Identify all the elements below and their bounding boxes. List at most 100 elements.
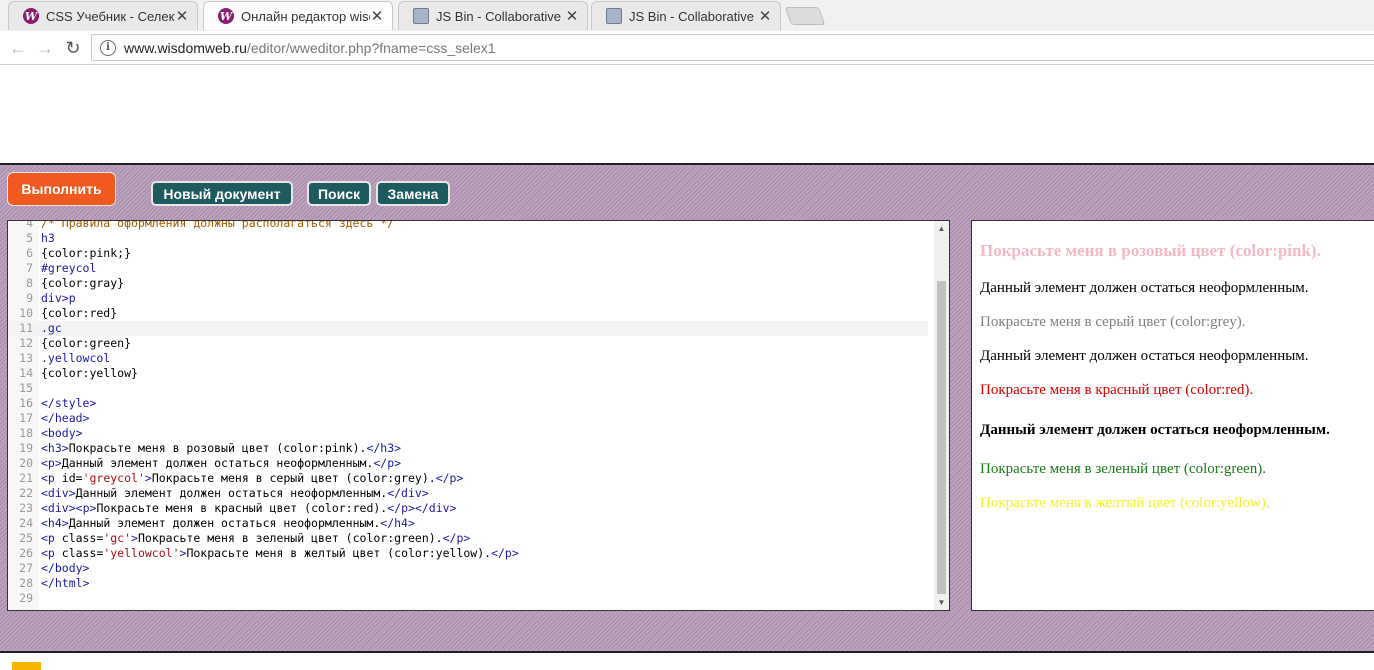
code-text[interactable]: /* Правила оформления должны располагать… [41,221,394,231]
line-number: 13 [19,351,33,365]
code-text[interactable]: </body> [41,561,89,576]
tab-label: Онлайн редактор wisdo [241,8,370,24]
reload-icon[interactable]: ↻ [62,37,84,59]
code-line[interactable]: 25 <p class='gc'>Покрасьте меня в зеленый… [8,531,928,546]
tab-online-editor[interactable]: W Онлайн редактор wisdo ✕ [203,1,393,30]
code-line[interactable]: 13 .yellowcol [8,351,928,366]
preview-h3-pink: Покрасьте меня в розовый цвет (color:pin… [980,241,1321,260]
scroll-up-arrow-icon[interactable]: ▲ [934,221,949,236]
line-number: 5 [26,231,33,245]
tab-label: JS Bin - Collaborative Jav [436,8,565,24]
code-text[interactable]: <h3>Покрасьте меня в розовый цвет (color… [41,441,401,456]
code-line[interactable]: 7 #greycol [8,261,928,276]
code-text[interactable]: <h4>Данный элемент должен остаться неофо… [41,516,415,531]
code-line[interactable]: 18 <body> [8,426,928,441]
code-line[interactable]: 6 {color:pink;} [8,246,928,261]
new-document-button[interactable]: Новый документ [151,181,293,206]
code-line[interactable]: 26 <p class='yellowcol'>Покрасьте меня в … [8,546,928,561]
run-button[interactable]: Выполнить [7,172,116,206]
line-number: 7 [26,261,33,275]
code-text[interactable]: <p id='greycol'>Покрасьте меня в серый ц… [41,471,463,486]
code-lines[interactable]: 4 /* Правила оформления должны располагат… [8,220,928,606]
code-line[interactable]: 29 [8,591,928,606]
code-text[interactable]: {color:yellow} [41,366,138,381]
code-text[interactable]: #greycol [41,261,96,276]
close-icon[interactable]: ✕ [758,7,772,25]
line-number: 17 [19,411,33,425]
tab-label: JS Bin - Collaborative Jav [629,8,758,24]
preview-p-unstyled: Данный элемент должен остаться неоформле… [980,280,1309,296]
code-line[interactable]: 21 <p id='greycol'>Покрасьте меня в серый… [8,471,928,486]
code-text[interactable]: {color:gray} [41,276,124,291]
replace-button[interactable]: Замена [376,181,450,206]
code-line[interactable]: 5 h3 [8,231,928,246]
code-line[interactable]: 11 .gc [8,321,928,336]
url-text[interactable]: www.wisdomweb.ru/editor/wweditor.php?fna… [124,40,496,56]
code-text[interactable]: <div>Данный элемент должен остаться неоф… [41,486,429,501]
url-host: www.wisdomweb.ru [124,39,247,56]
scrollbar-thumb[interactable] [937,281,946,594]
code-line[interactable]: 10 {color:red} [8,306,928,321]
line-number: 26 [19,546,33,560]
close-icon[interactable]: ✕ [175,7,189,25]
line-number: 10 [19,306,33,320]
code-line[interactable]: 15 [8,381,928,396]
line-number: 9 [26,291,33,305]
code-text[interactable]: <p>Данный элемент должен остаться неофор… [41,456,401,471]
code-line[interactable]: 12 {color:green} [8,336,928,351]
code-line[interactable]: 14 {color:yellow} [8,366,928,381]
code-text[interactable]: {color:green} [41,336,131,351]
line-number: 6 [26,246,33,260]
line-number: 11 [19,321,33,335]
line-number: 18 [19,426,33,440]
code-text[interactable]: </head> [41,411,89,426]
close-icon[interactable]: ✕ [370,7,384,25]
code-text[interactable]: .gc [41,321,62,336]
close-icon[interactable]: ✕ [565,7,579,25]
forward-arrow-icon[interactable]: → [34,37,56,59]
code-text[interactable]: h3 [41,231,55,246]
code-line[interactable]: 20 <p>Данный элемент должен остаться неоф… [8,456,928,471]
line-number: 15 [19,381,33,395]
search-button[interactable]: Поиск [307,181,371,206]
code-text[interactable]: <body> [41,426,83,441]
line-number: 14 [19,366,33,380]
code-line[interactable]: 4 /* Правила оформления должны располагат… [8,220,928,231]
code-text[interactable]: .yellowcol [41,351,110,366]
back-arrow-icon[interactable]: ← [7,37,29,59]
code-line[interactable]: 8 {color:gray} [8,276,928,291]
code-line[interactable]: 19 <h3>Покрасьте меня в розовый цвет (col… [8,441,928,456]
code-text[interactable]: </style> [41,396,96,411]
code-line[interactable]: 27 </body> [8,561,928,576]
code-text[interactable]: div>p [41,291,76,306]
vertical-scrollbar[interactable]: ▲ ▼ [934,221,949,610]
address-bar[interactable]: i www.wisdomweb.ru/editor/wweditor.php?f… [91,34,1374,61]
line-number: 4 [26,220,33,230]
code-text[interactable]: <div><p>Покрасьте меня в красный цвет (c… [41,501,457,516]
new-tab-button[interactable] [784,7,826,25]
tab-jsbin-1[interactable]: JS Bin - Collaborative Jav ✕ [398,1,588,30]
preview-p-yellow: Покрасьте меня в желтый цвет (color:yell… [980,495,1270,511]
tab-label: CSS Учебник - Селектор [46,8,175,24]
code-text[interactable]: {color:red} [41,306,117,321]
tab-jsbin-2[interactable]: JS Bin - Collaborative Jav ✕ [591,1,781,30]
code-text[interactable]: <p class='gc'>Покрасьте меня в зеленый ц… [41,531,470,546]
code-text[interactable]: </html> [41,576,89,591]
scroll-down-arrow-icon[interactable]: ▼ [934,595,949,610]
line-number: 8 [26,276,33,290]
code-editor[interactable]: 4 /* Правила оформления должны располагат… [7,220,950,611]
code-line[interactable]: 28 </html> [8,576,928,591]
tab-css-tutorial[interactable]: W CSS Учебник - Селектор ✕ [8,1,198,30]
code-text[interactable]: {color:pink;} [41,246,131,261]
code-line[interactable]: 24 <h4>Данный элемент должен остаться нео… [8,516,928,531]
code-line[interactable]: 9 div>p [8,291,928,306]
line-number: 29 [19,591,33,605]
info-icon[interactable]: i [100,39,116,56]
code-line[interactable]: 16 </style> [8,396,928,411]
page-badge [12,662,41,670]
code-line[interactable]: 17 </head> [8,411,928,426]
code-text[interactable]: <p class='yellowcol'>Покрасьте меня в же… [41,546,519,561]
code-line[interactable]: 22 <div>Данный элемент должен остаться не… [8,486,928,501]
tab-strip: W CSS Учебник - Селектор ✕ W Онлайн реда… [0,0,1374,31]
code-line[interactable]: 23 <div><p>Покрасьте меня в красный цвет … [8,501,928,516]
